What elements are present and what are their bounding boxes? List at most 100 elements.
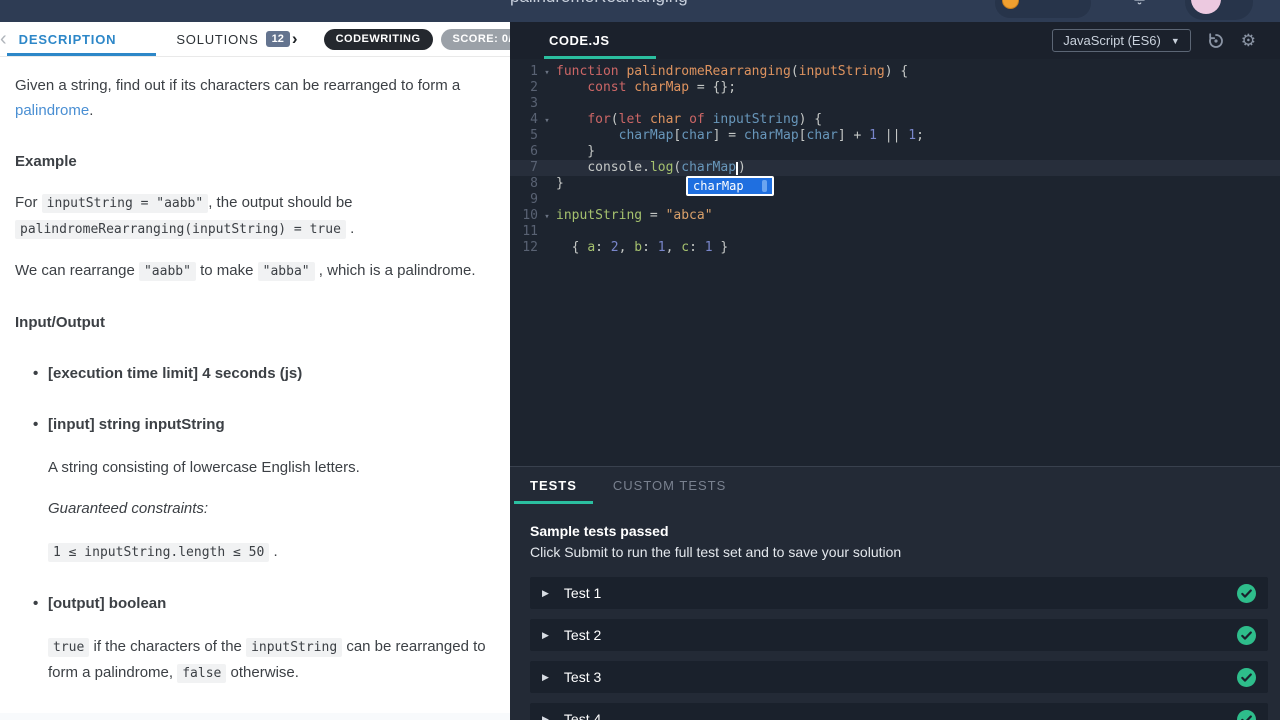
line-number: 3: [530, 96, 538, 111]
test-row[interactable]: ▶ Test 1: [530, 577, 1268, 609]
code-token: ) {: [884, 64, 909, 79]
code-line[interactable]: 8 }: [510, 176, 1280, 192]
code-token: }: [556, 176, 564, 191]
code-line[interactable]: 9: [510, 192, 1280, 208]
constraints-label: Guaranteed constraints:: [48, 500, 209, 517]
code-token: "abca": [665, 208, 713, 223]
text-segment: if the characters of the: [89, 638, 247, 655]
code-token: [: [798, 128, 807, 143]
code-token: ] =: [712, 128, 744, 143]
code-token: charMap: [743, 128, 799, 143]
code-token: let: [618, 112, 643, 127]
tab-solutions[interactable]: SOLUTIONS 12: [176, 22, 290, 56]
text-segment: .: [89, 102, 94, 119]
line-number: 1: [530, 64, 538, 79]
autocomplete-item[interactable]: charMap: [693, 179, 744, 193]
section-heading: Input/Output: [15, 314, 105, 331]
test-row[interactable]: ▶ Test 3: [530, 661, 1268, 693]
code-token: b: [634, 240, 643, 255]
tests-status: Sample tests passed Click Submit to run …: [530, 523, 1260, 560]
section-heading: Example: [15, 153, 77, 170]
language-select-value: JavaScript (ES6): [1063, 33, 1161, 48]
code-token: 1: [908, 128, 917, 143]
code-editor[interactable]: 1 ▾ function palindromeRearranging(inputSt…: [510, 59, 1280, 466]
text-segment: otherwise.: [226, 664, 299, 681]
tests-status-subtitle: Click Submit to run the full test set an…: [530, 544, 902, 560]
code-line[interactable]: 5 charMap[char] = charMap[char] + 1 || 1…: [510, 128, 1280, 144]
code-token: a: [587, 240, 596, 255]
test-row[interactable]: ▶ Test 4: [530, 703, 1268, 720]
reset-code-icon[interactable]: [1207, 32, 1225, 50]
tab-tests[interactable]: TESTS: [514, 467, 593, 504]
code-token: (: [610, 112, 619, 127]
code-line[interactable]: 7 console.log(charMap): [510, 160, 1280, 176]
code-token: charMap: [634, 80, 690, 95]
line-number: 8: [530, 176, 538, 191]
notifications-bell-icon[interactable]: [1132, 0, 1147, 10]
inline-code: inputString = "aabb": [41, 194, 209, 213]
code-token: inputString: [798, 64, 885, 79]
code-line[interactable]: 12 { a: 2, b: 1, c: 1 }: [510, 240, 1280, 256]
test-passed-icon: [1237, 709, 1256, 720]
code-line[interactable]: 1 ▾ function palindromeRearranging(inputSt…: [510, 64, 1280, 80]
code-token: 1: [869, 128, 877, 143]
tab-code-js[interactable]: CODE.JS: [544, 22, 656, 59]
fold-arrow-icon[interactable]: ▾: [538, 113, 556, 129]
code-line[interactable]: 2 const charMap = {};: [510, 80, 1280, 96]
back-chevron-icon[interactable]: ‹: [0, 22, 7, 56]
tab-solutions-label: SOLUTIONS: [176, 31, 259, 47]
code-token: const: [587, 80, 627, 95]
test-rows: ▶ Test 1 ▶ Test 2 ▶ Test 3 ▶ Test 4: [530, 577, 1268, 720]
text-segment: A string consisting of lowercase English…: [48, 459, 360, 476]
code-line[interactable]: 3: [510, 96, 1280, 112]
code-token: 2: [610, 240, 619, 255]
test-row[interactable]: ▶ Test 2: [530, 619, 1268, 651]
test-label: Test 3: [563, 669, 602, 685]
expand-caret-icon: ▶: [542, 713, 549, 720]
language-select[interactable]: JavaScript (ES6) ▼: [1052, 29, 1191, 52]
line-number: 7: [530, 160, 538, 175]
autocomplete-popup[interactable]: charMap: [686, 176, 774, 196]
tab-custom-tests[interactable]: CUSTOM TESTS: [613, 467, 726, 504]
gear-icon[interactable]: ⚙: [1241, 32, 1256, 49]
code-line[interactable]: 6 }: [510, 144, 1280, 160]
line-number: 11: [522, 224, 538, 239]
code-token: :: [642, 240, 658, 255]
code-token: 1: [704, 240, 713, 255]
tab-description[interactable]: DESCRIPTION: [7, 22, 157, 56]
code-token: inputString: [712, 112, 799, 127]
code-line[interactable]: 10 ▾ inputString = "abca": [510, 208, 1280, 224]
code-token: charMap: [681, 160, 737, 175]
inline-code: inputString: [246, 638, 343, 657]
code-line[interactable]: 4 ▾ for(let char of inputString) {: [510, 112, 1280, 128]
text-segment: We can rearrange: [15, 262, 139, 279]
chevron-down-icon: ▼: [1170, 35, 1180, 46]
test-label: Test 2: [563, 627, 602, 643]
text-segment: , which is a palindrome.: [314, 262, 476, 279]
tests-panel: TESTS CUSTOM TESTS Sample tests passed C…: [510, 466, 1280, 720]
workspace-panel: CODE.JS JavaScript (ES6) ▼ ⚙ 1 ▾ function …: [510, 22, 1280, 720]
fold-arrow-icon[interactable]: ▾: [538, 209, 556, 225]
code-token: {: [556, 240, 588, 255]
code-line[interactable]: 11: [510, 224, 1280, 240]
code-token: ) {: [798, 112, 823, 127]
next-chevron-icon[interactable]: ›: [292, 22, 298, 56]
inline-code: false: [177, 664, 227, 683]
fold-arrow-icon[interactable]: ▾: [538, 65, 556, 81]
tests-tabbar: TESTS CUSTOM TESTS: [510, 467, 1280, 504]
palindrome-link[interactable]: palindrome: [15, 102, 89, 119]
line-number: 12: [522, 240, 538, 255]
code-token: for: [587, 112, 611, 127]
code-token: ): [738, 160, 746, 175]
code-token: ||: [876, 128, 909, 143]
codewriting-badge: CODEWRITING: [323, 28, 433, 50]
text-segment: .: [269, 543, 278, 560]
description-tabbar: ‹ DESCRIPTION SOLUTIONS 12 › CODEWRITING…: [0, 22, 510, 57]
